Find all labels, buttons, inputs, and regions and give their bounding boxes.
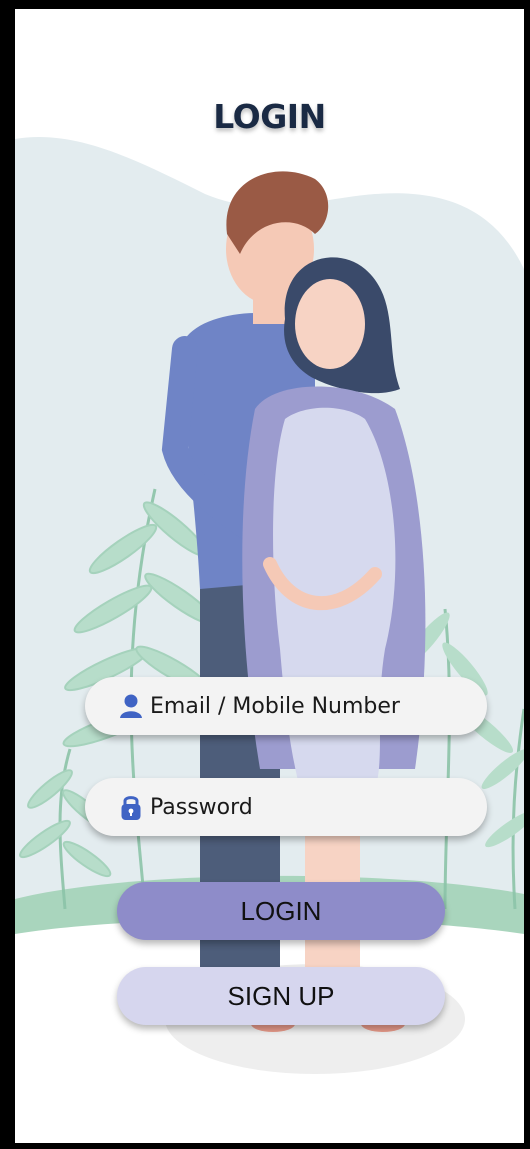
signup-button[interactable]: SIGN UP <box>117 967 445 1025</box>
phone-frame: LOGIN LOGIN SIGN UP <box>0 0 530 1149</box>
page-title: LOGIN <box>213 97 326 136</box>
login-screen: LOGIN LOGIN SIGN UP <box>15 9 524 1143</box>
woman-head <box>295 279 365 369</box>
login-button[interactable]: LOGIN <box>117 882 445 940</box>
password-field[interactable] <box>85 778 487 836</box>
man-neck <box>253 294 285 324</box>
email-input[interactable] <box>150 693 470 719</box>
lock-icon <box>118 792 144 822</box>
password-input[interactable] <box>150 794 470 820</box>
email-field[interactable] <box>85 677 487 735</box>
user-icon <box>118 691 144 721</box>
